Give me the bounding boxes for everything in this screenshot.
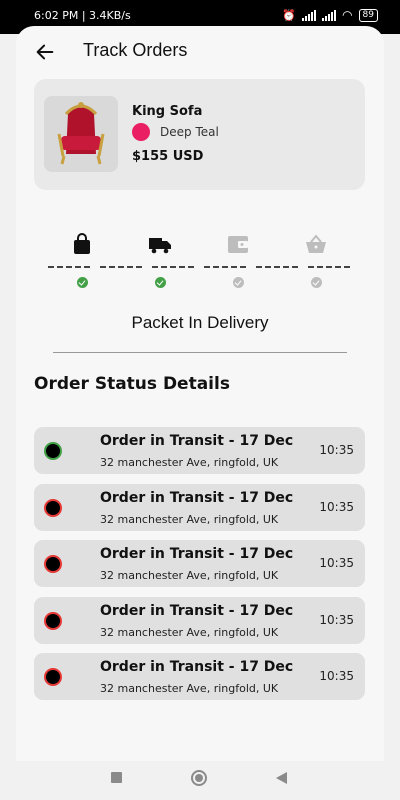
status-item[interactable]: Order in Transit - 17 Dec 32 manchester … xyxy=(34,427,365,474)
check-icon-pending xyxy=(311,277,322,288)
delivery-truck-icon xyxy=(149,238,171,254)
progress-dash xyxy=(256,266,298,268)
app-header: Track Orders xyxy=(16,26,384,78)
order-progress-stepper xyxy=(16,226,384,296)
status-title: Order in Transit - 17 Dec xyxy=(100,546,294,562)
status-address: 32 manchester Ave, ringfold, UK xyxy=(100,456,279,469)
check-icon-done xyxy=(155,277,166,288)
status-icons: ⏰ ◠ 89 xyxy=(282,8,378,22)
product-price: $155 USD xyxy=(132,149,204,164)
shopping-bag-icon xyxy=(74,233,90,254)
status-item[interactable]: Order in Transit - 17 Dec 32 manchester … xyxy=(34,484,365,531)
alarm-icon: ⏰ xyxy=(282,8,297,22)
product-card[interactable]: King Sofa Deep Teal $155 USD xyxy=(34,79,365,190)
wifi-icon: ◠ xyxy=(342,8,353,22)
product-name: King Sofa xyxy=(132,104,203,119)
status-address: 32 manchester Ave, ringfold, UK xyxy=(100,626,279,639)
system-nav-bar xyxy=(0,761,400,800)
arrow-left-icon[interactable] xyxy=(34,41,56,63)
home-circle-icon[interactable] xyxy=(191,770,207,786)
progress-dash xyxy=(152,266,194,268)
status-time: 10:35 xyxy=(319,669,354,683)
status-address: 32 manchester Ave, ringfold, UK xyxy=(100,513,279,526)
status-dot xyxy=(44,555,62,573)
battery-level: 89 xyxy=(362,9,374,20)
step-shipped xyxy=(140,232,180,260)
page-title: Track Orders xyxy=(83,40,188,60)
status-dot xyxy=(44,668,62,686)
check-icon-done xyxy=(77,277,88,288)
status-title: Order in Transit - 17 Dec xyxy=(100,433,294,449)
progress-dash xyxy=(48,266,90,268)
step-ordered xyxy=(62,232,102,260)
status-title: Order in Transit - 17 Dec xyxy=(100,490,294,506)
step-payment xyxy=(218,232,258,260)
status-time: 10:35 xyxy=(319,556,354,570)
progress-dash xyxy=(204,266,246,268)
signal-icon-2 xyxy=(322,9,337,21)
basket-icon xyxy=(306,234,326,253)
step-delivered xyxy=(296,232,336,260)
check-icon-pending xyxy=(233,277,244,288)
status-item[interactable]: Order in Transit - 17 Dec 32 manchester … xyxy=(34,540,365,587)
status-time-speed: 6:02 PM | 3.4KB/s xyxy=(34,9,131,22)
signal-icon xyxy=(302,9,317,21)
status-title: Order in Transit - 17 Dec xyxy=(100,659,294,675)
status-dot-active xyxy=(44,442,62,460)
divider xyxy=(53,352,347,353)
status-dot xyxy=(44,612,62,630)
status-title: Order in Transit - 17 Dec xyxy=(100,603,294,619)
status-time: 10:35 xyxy=(319,500,354,514)
track-orders-screen: Track Orders King Sofa Deep Teal $155 US… xyxy=(16,26,384,761)
status-address: 32 manchester Ave, ringfold, UK xyxy=(100,569,279,582)
status-address: 32 manchester Ave, ringfold, UK xyxy=(100,682,279,695)
battery-icon: 89 xyxy=(358,8,378,22)
progress-dash xyxy=(308,266,350,268)
color-swatch xyxy=(132,123,150,141)
section-title: Order Status Details xyxy=(34,374,230,394)
throne-chair-icon xyxy=(57,102,105,165)
wallet-icon xyxy=(228,236,248,253)
recents-square-icon[interactable] xyxy=(111,772,122,783)
back-triangle-icon[interactable] xyxy=(276,772,287,784)
status-time: 10:35 xyxy=(319,443,354,457)
status-item[interactable]: Order in Transit - 17 Dec 32 manchester … xyxy=(34,597,365,644)
product-image xyxy=(44,96,118,172)
status-item[interactable]: Order in Transit - 17 Dec 32 manchester … xyxy=(34,653,365,700)
status-dot xyxy=(44,499,62,517)
progress-dash xyxy=(100,266,142,268)
current-status-label: Packet In Delivery xyxy=(131,313,269,332)
status-time: 10:35 xyxy=(319,613,354,627)
product-color: Deep Teal xyxy=(160,125,219,139)
